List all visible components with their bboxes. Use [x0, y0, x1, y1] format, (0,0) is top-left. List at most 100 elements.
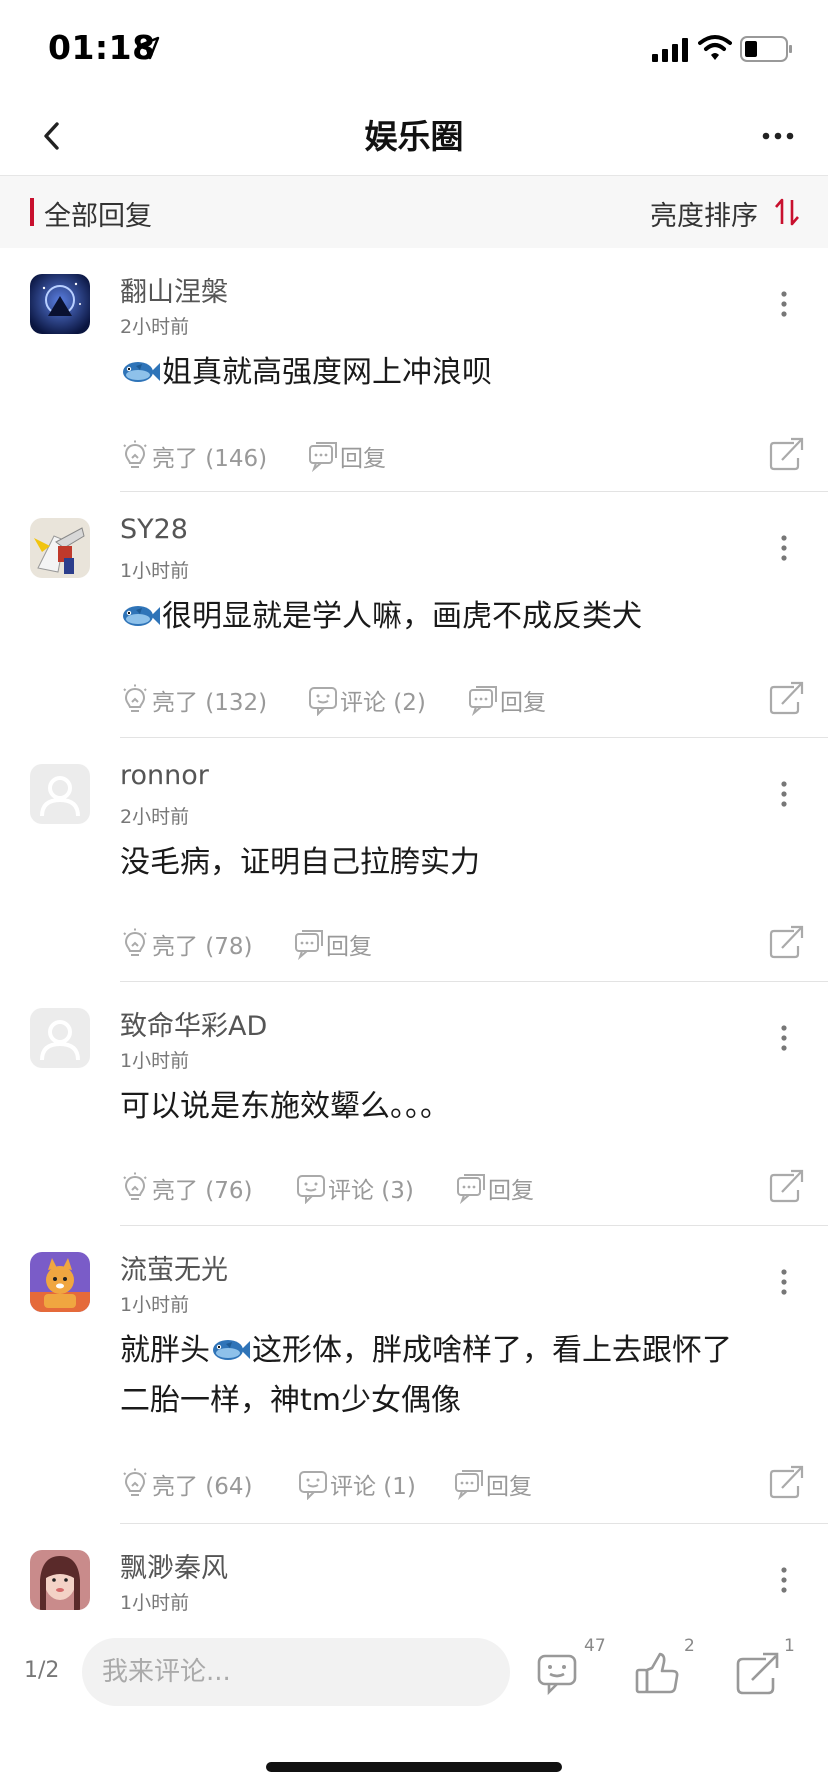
- kebab-icon: [766, 1562, 802, 1598]
- light-button[interactable]: 亮了 (64): [120, 1464, 253, 1504]
- nav-bar: 娱乐圈: [0, 96, 828, 176]
- user-name[interactable]: 流萤无光: [120, 1248, 228, 1287]
- user-name[interactable]: 飘渺秦风: [120, 1546, 228, 1585]
- reply-icon: [454, 1468, 484, 1500]
- reply-icon: [456, 1172, 486, 1204]
- reply-icon: [468, 684, 498, 716]
- sort-button[interactable]: 亮度排序: [650, 194, 758, 233]
- kebab-icon: [766, 1264, 802, 1300]
- page-indicator[interactable]: 1/2: [24, 1658, 59, 1683]
- avatar[interactable]: [30, 764, 90, 824]
- avatar[interactable]: [30, 1252, 90, 1312]
- share-icon[interactable]: [768, 1464, 804, 1500]
- comment-item: 翻山涅槃 2小时前 姐真就高强度网上冲浪呗 亮了 (146) 回复: [0, 250, 828, 494]
- comment-count: 47: [584, 1636, 606, 1656]
- comment-button[interactable]: 评论 (1): [298, 1464, 416, 1504]
- divider: [120, 491, 828, 492]
- share-icon: [736, 1652, 779, 1695]
- comment-icon: [298, 1468, 328, 1500]
- comment-item: 致命华彩AD 1小时前 可以说是东施效颦么。。。 亮了 (76) 评论 (3) …: [0, 984, 828, 1228]
- divider: [120, 1523, 828, 1524]
- post-time: 1小时前: [120, 1050, 190, 1072]
- like-button[interactable]: 2: [634, 1636, 695, 1696]
- user-name[interactable]: SY28: [120, 514, 188, 545]
- location-arrow-icon: [136, 36, 160, 60]
- post-time: 2小时前: [120, 806, 190, 828]
- comment-button[interactable]: 评论 (2): [308, 680, 426, 720]
- share-icon[interactable]: [768, 436, 804, 472]
- post-time: 1小时前: [120, 1294, 190, 1316]
- comment-menu-button[interactable]: [766, 776, 802, 812]
- divider: [120, 1225, 828, 1226]
- comment-actions: 亮了 (76) 评论 (3) 回复: [120, 1168, 800, 1208]
- avatar[interactable]: [30, 1550, 90, 1610]
- reply-button[interactable]: 回复: [454, 1464, 532, 1504]
- sort-icon[interactable]: [774, 196, 800, 228]
- reply-icon: [294, 928, 324, 960]
- user-name[interactable]: 翻山涅槃: [120, 270, 228, 309]
- share-count: 1: [784, 1636, 795, 1656]
- bulb-icon: [120, 1468, 150, 1500]
- user-name[interactable]: ronnor: [120, 760, 209, 791]
- bulb-icon: [120, 1172, 150, 1204]
- post-time: 1小时前: [120, 1592, 190, 1614]
- more-dots-icon: [762, 132, 794, 140]
- comment-actions: 亮了 (64) 评论 (1) 回复: [120, 1464, 800, 1504]
- bulb-icon: [120, 684, 150, 716]
- reply-button[interactable]: 回复: [456, 1168, 534, 1208]
- fish-emoji-icon: [120, 602, 160, 630]
- more-button[interactable]: [756, 114, 800, 158]
- comment-icon: [308, 684, 338, 716]
- comment-menu-button[interactable]: [766, 530, 802, 566]
- avatar[interactable]: [30, 274, 90, 334]
- comment-text: 很明显就是学人嘛，画虎不成反类犬: [120, 592, 800, 642]
- home-indicator: [266, 1762, 562, 1772]
- comment-item: ronnor 2小时前 没毛病，证明自己拉胯实力 亮了 (78) 回复: [0, 740, 828, 984]
- like-count: 2: [684, 1636, 695, 1656]
- light-button[interactable]: 亮了 (78): [120, 924, 253, 964]
- comment-input[interactable]: [82, 1638, 510, 1706]
- user-name[interactable]: 致命华彩AD: [120, 1004, 267, 1043]
- section-title: 全部回复: [44, 201, 152, 232]
- fish-emoji-icon: [120, 358, 160, 386]
- comments-button[interactable]: 47: [536, 1636, 606, 1696]
- light-button[interactable]: 亮了 (76): [120, 1168, 253, 1208]
- comment-icon: [296, 1172, 326, 1204]
- signal-icon: [652, 38, 688, 62]
- comment-actions: 亮了 (146) 回复: [120, 436, 800, 476]
- share-icon[interactable]: [768, 680, 804, 716]
- wifi-icon: [698, 35, 732, 60]
- thumb-up-icon: [635, 1652, 679, 1694]
- comment-menu-button[interactable]: [766, 1020, 802, 1056]
- comment-actions: 亮了 (78) 回复: [120, 924, 800, 964]
- divider: [120, 737, 828, 738]
- comment-menu-button[interactable]: [766, 1264, 802, 1300]
- bulb-icon: [120, 440, 150, 472]
- reply-button[interactable]: 回复: [468, 680, 546, 720]
- share-icon[interactable]: [768, 924, 804, 960]
- reply-icon: [308, 440, 338, 472]
- divider: [120, 981, 828, 982]
- comment-text: 就胖头 这形体，胖成啥样了，看上去跟怀了 二胎一样，神tm少女偶像: [120, 1333, 732, 1418]
- kebab-icon: [766, 530, 802, 566]
- page-title: 娱乐圈: [364, 117, 464, 156]
- bulb-icon: [120, 928, 150, 960]
- comment-actions: 亮了 (132) 评论 (2) 回复: [120, 680, 800, 720]
- avatar[interactable]: [30, 518, 90, 578]
- kebab-icon: [766, 286, 802, 322]
- reply-button[interactable]: 回复: [308, 436, 386, 476]
- comment-text: 没毛病，证明自己拉胯实力: [120, 845, 480, 880]
- reply-button[interactable]: 回复: [294, 924, 372, 964]
- status-bar: 01:18: [0, 0, 828, 96]
- kebab-icon: [766, 776, 802, 812]
- share-button[interactable]: 1: [734, 1636, 795, 1696]
- share-icon[interactable]: [768, 1168, 804, 1204]
- comment-menu-button[interactable]: [766, 1562, 802, 1598]
- avatar[interactable]: [30, 1008, 90, 1068]
- comment-button[interactable]: 评论 (3): [296, 1168, 414, 1208]
- light-button[interactable]: 亮了 (146): [120, 436, 267, 476]
- comment-text: 姐真就高强度网上冲浪呗: [120, 348, 800, 398]
- comment-item: 流萤无光 1小时前 就胖头 这形体，胖成啥样了，看上去跟怀了 二胎一样，神tm少女偶…: [0, 1228, 828, 1526]
- comment-menu-button[interactable]: [766, 286, 802, 322]
- light-button[interactable]: 亮了 (132): [120, 680, 267, 720]
